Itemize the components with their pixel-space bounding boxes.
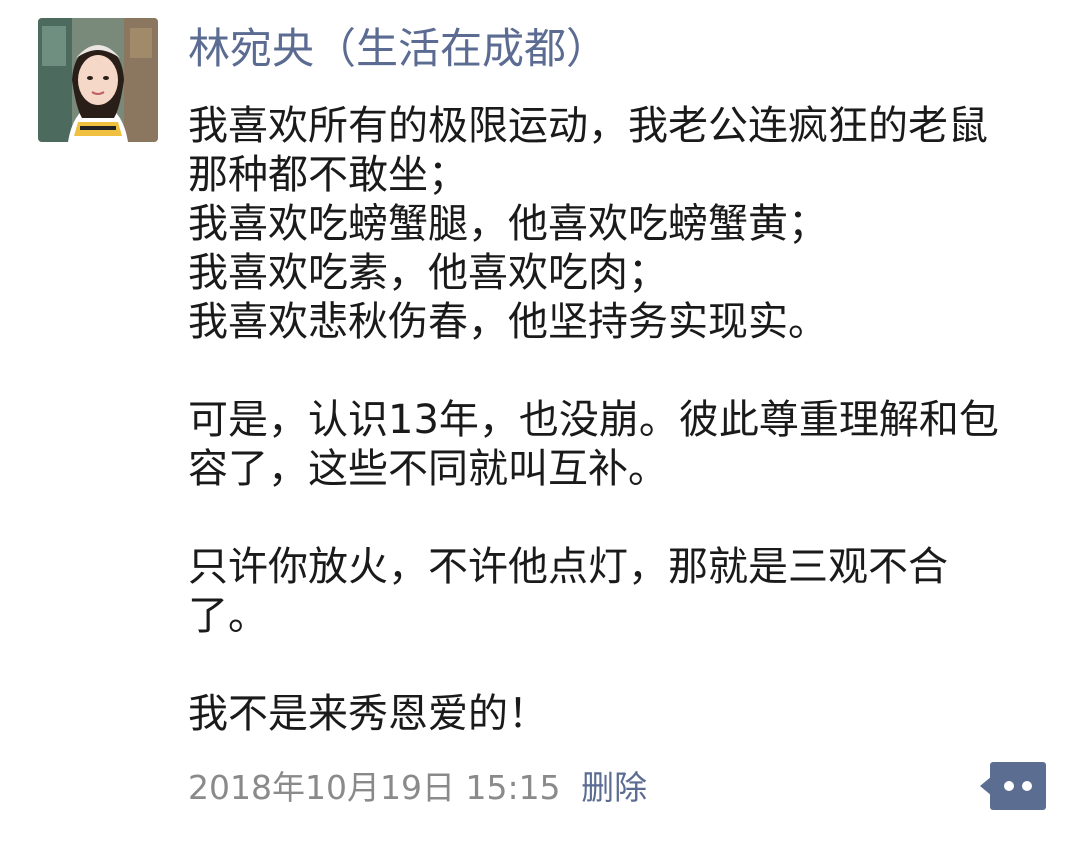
avatar[interactable] <box>38 18 158 142</box>
post-text-line: 可是，认识13年，也没崩。彼此尊重理解和包 <box>188 397 999 443</box>
post-text-line: 我不是来秀恩爱的！ <box>188 691 548 737</box>
post-text-line: 我喜欢吃素，他喜欢吃肉； <box>188 250 668 296</box>
more-actions-button[interactable] <box>980 762 1046 810</box>
post-footer: 2018年10月19日 15:15 删除 <box>188 758 647 818</box>
post-timestamp: 2018年10月19日 15:15 <box>188 768 561 807</box>
post-text-line: 了。 <box>188 593 268 639</box>
delete-button[interactable]: 删除 <box>581 768 647 807</box>
post-text-line: 我喜欢吃螃蟹腿，他喜欢吃螃蟹黄； <box>188 201 828 247</box>
author-name[interactable]: 林宛央（生活在成都） <box>188 18 608 80</box>
post-text-line: 那种都不敢坐； <box>188 152 468 198</box>
post-paragraph: 只许你放火，不许他点灯，那就是三观不合 了。 <box>188 543 1048 641</box>
post-paragraph: 我不是来秀恩爱的！ <box>188 690 1048 739</box>
post-text-line: 我喜欢悲秋伤春，他坚持务实现实。 <box>188 299 828 345</box>
post-text-line: 只许你放火，不许他点灯，那就是三观不合 <box>188 544 948 590</box>
post-text-line: 我喜欢所有的极限运动，我老公连疯狂的老鼠 <box>188 103 988 149</box>
post-text-line: 容了，这些不同就叫互补。 <box>188 446 668 492</box>
post-paragraph: 可是，认识13年，也没崩。彼此尊重理解和包 容了，这些不同就叫互补。 <box>188 396 1048 494</box>
post-paragraph: 我喜欢所有的极限运动，我老公连疯狂的老鼠 那种都不敢坐； 我喜欢吃螃蟹腿，他喜欢… <box>188 102 1048 347</box>
more-dots-icon <box>980 762 1046 810</box>
post-content: 我喜欢所有的极限运动，我老公连疯狂的老鼠 那种都不敢坐； 我喜欢吃螃蟹腿，他喜欢… <box>188 102 1048 739</box>
